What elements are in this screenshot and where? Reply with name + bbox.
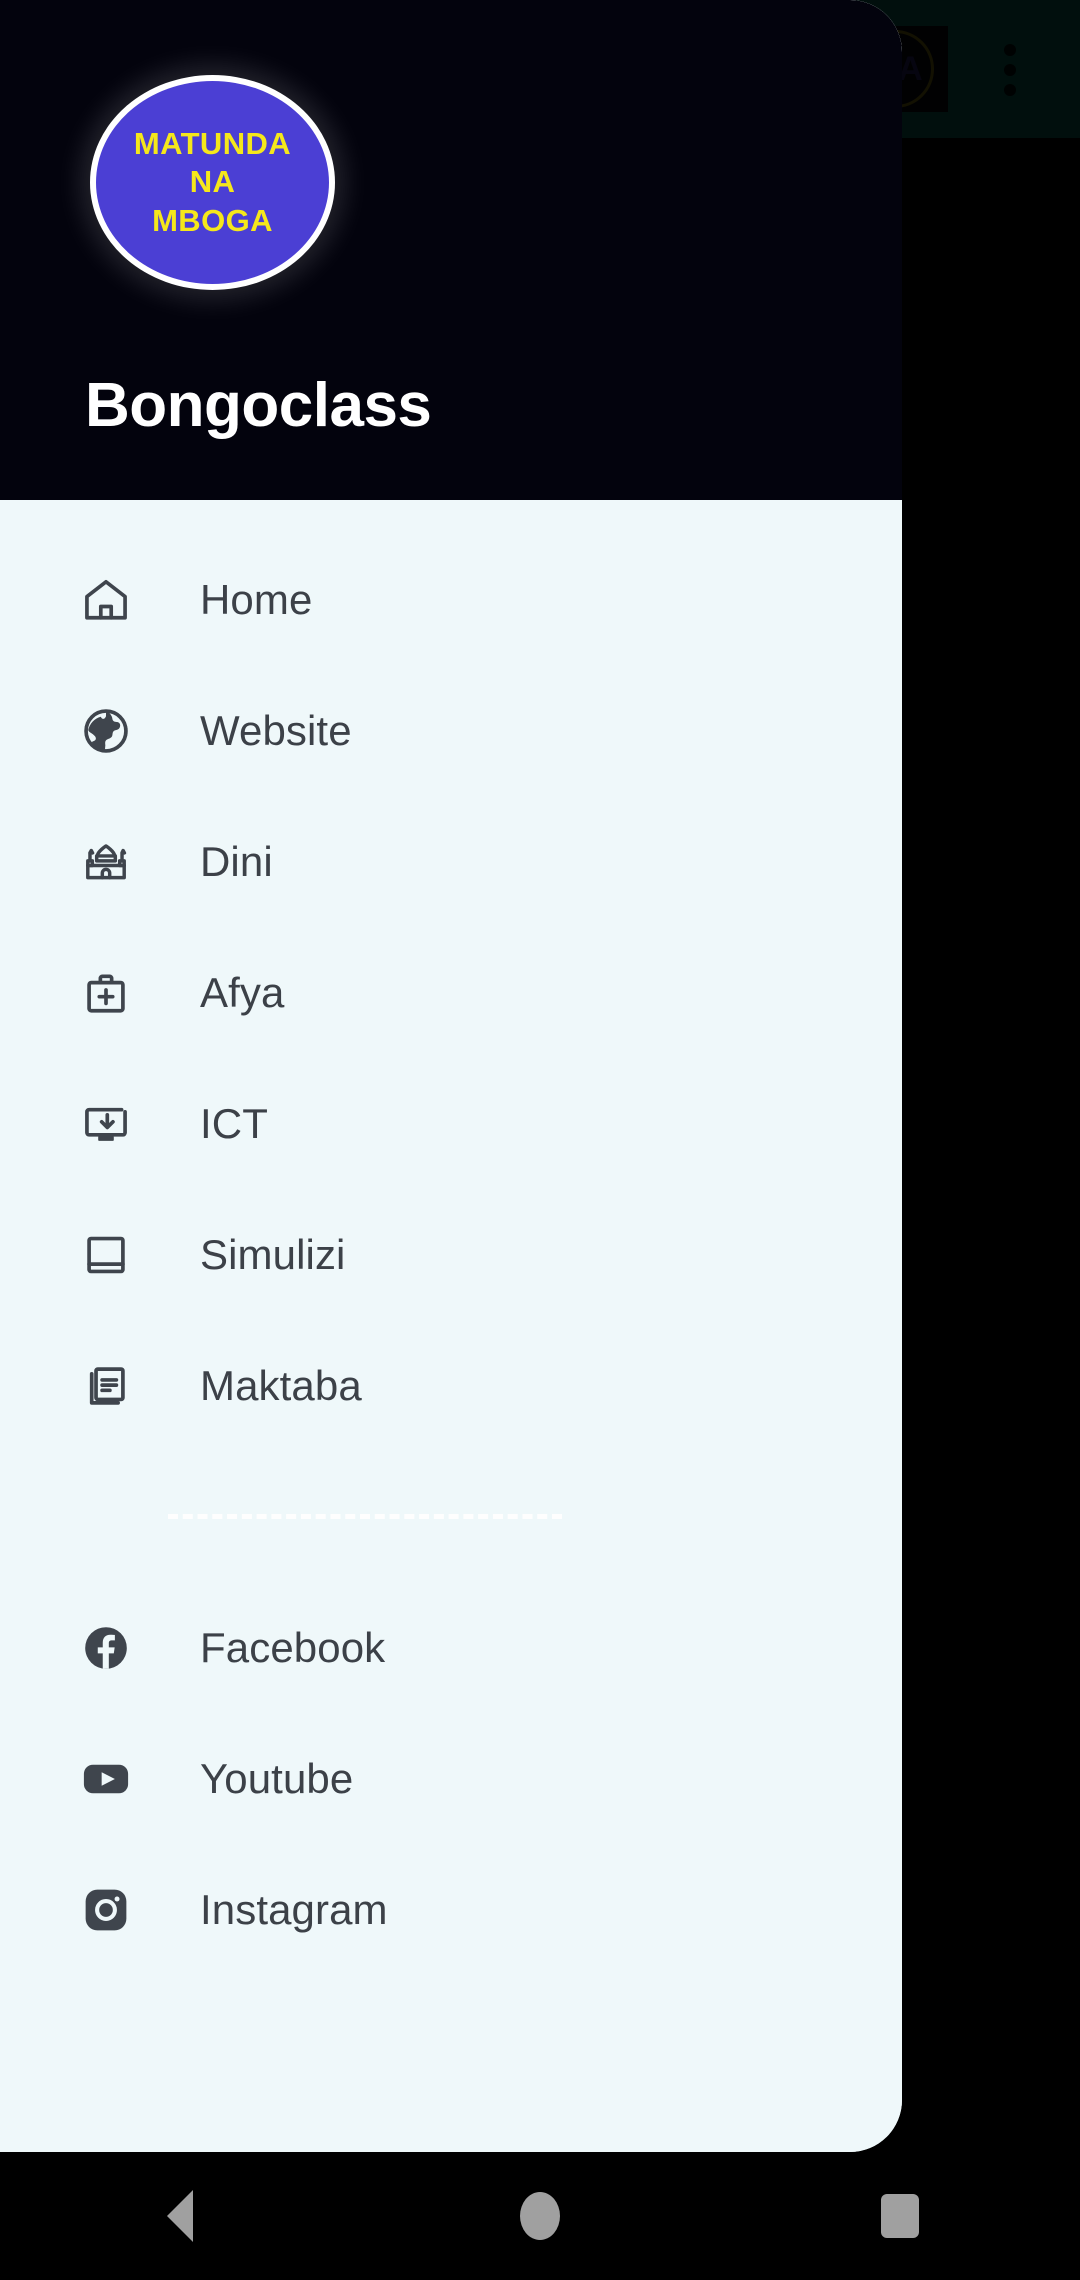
android-nav-bar — [0, 2152, 1080, 2280]
drawer-item-home[interactable]: Home — [0, 534, 902, 665]
drawer-item-label: Simulizi — [200, 1230, 346, 1278]
drawer-divider — [0, 1451, 902, 1582]
nav-back-button[interactable] — [120, 2156, 240, 2276]
instagram-icon — [78, 1882, 134, 1938]
library-icon — [78, 1358, 134, 1414]
nav-recents-button[interactable] — [840, 2156, 960, 2276]
back-triangle-icon — [167, 2190, 193, 2242]
medical-bag-icon — [78, 965, 134, 1021]
drawer-item-dini[interactable]: Dini — [0, 796, 902, 927]
home-icon — [78, 572, 134, 628]
brand-logo-line-3: MBOGA — [152, 202, 273, 238]
drawer-item-label: Facebook — [200, 1623, 386, 1671]
drawer-item-label: Dini — [200, 837, 273, 885]
phone-screen: ZA MATUNDA NA MBOGA Bongoclass — [0, 0, 1080, 2280]
drawer-item-label: ICT — [200, 1099, 268, 1147]
recents-square-icon — [881, 2194, 919, 2238]
drawer-item-ict[interactable]: ICT — [0, 1058, 902, 1189]
brand-logo-line-2: NA — [189, 164, 236, 200]
drawer-item-website[interactable]: Website — [0, 665, 902, 796]
navigation-drawer: MATUNDA NA MBOGA Bongoclass Home Website… — [0, 0, 902, 2152]
home-circle-icon — [520, 2192, 560, 2240]
drawer-menu-list: Home Website Dini Afya ICT Simulizi Makt… — [0, 500, 902, 2152]
youtube-icon — [78, 1751, 134, 1807]
drawer-item-simulizi[interactable]: Simulizi — [0, 1189, 902, 1320]
drawer-item-afya[interactable]: Afya — [0, 927, 902, 1058]
brand-logo: MATUNDA NA MBOGA — [90, 75, 335, 290]
mosque-icon — [78, 834, 134, 890]
drawer-item-label: Website — [200, 706, 352, 754]
drawer-header: MATUNDA NA MBOGA Bongoclass — [0, 0, 902, 500]
monitor-download-icon — [78, 1096, 134, 1152]
drawer-item-label: Afya — [200, 968, 285, 1016]
drawer-item-label: Youtube — [200, 1754, 354, 1802]
facebook-icon — [78, 1620, 134, 1676]
drawer-item-label: Maktaba — [200, 1361, 362, 1409]
divider-dashes — [168, 1514, 562, 1519]
drawer-item-label: Instagram — [200, 1885, 388, 1933]
nav-home-button[interactable] — [480, 2156, 600, 2276]
drawer-item-instagram[interactable]: Instagram — [0, 1844, 902, 1975]
drawer-item-maktaba[interactable]: Maktaba — [0, 1320, 902, 1451]
brand-name: Bongoclass — [85, 371, 432, 440]
globe-icon — [78, 703, 134, 759]
drawer-item-label: Home — [200, 575, 313, 623]
drawer-item-facebook[interactable]: Facebook — [0, 1582, 902, 1713]
book-icon — [78, 1227, 134, 1283]
drawer-item-youtube[interactable]: Youtube — [0, 1713, 902, 1844]
brand-logo-line-1: MATUNDA — [133, 125, 292, 161]
